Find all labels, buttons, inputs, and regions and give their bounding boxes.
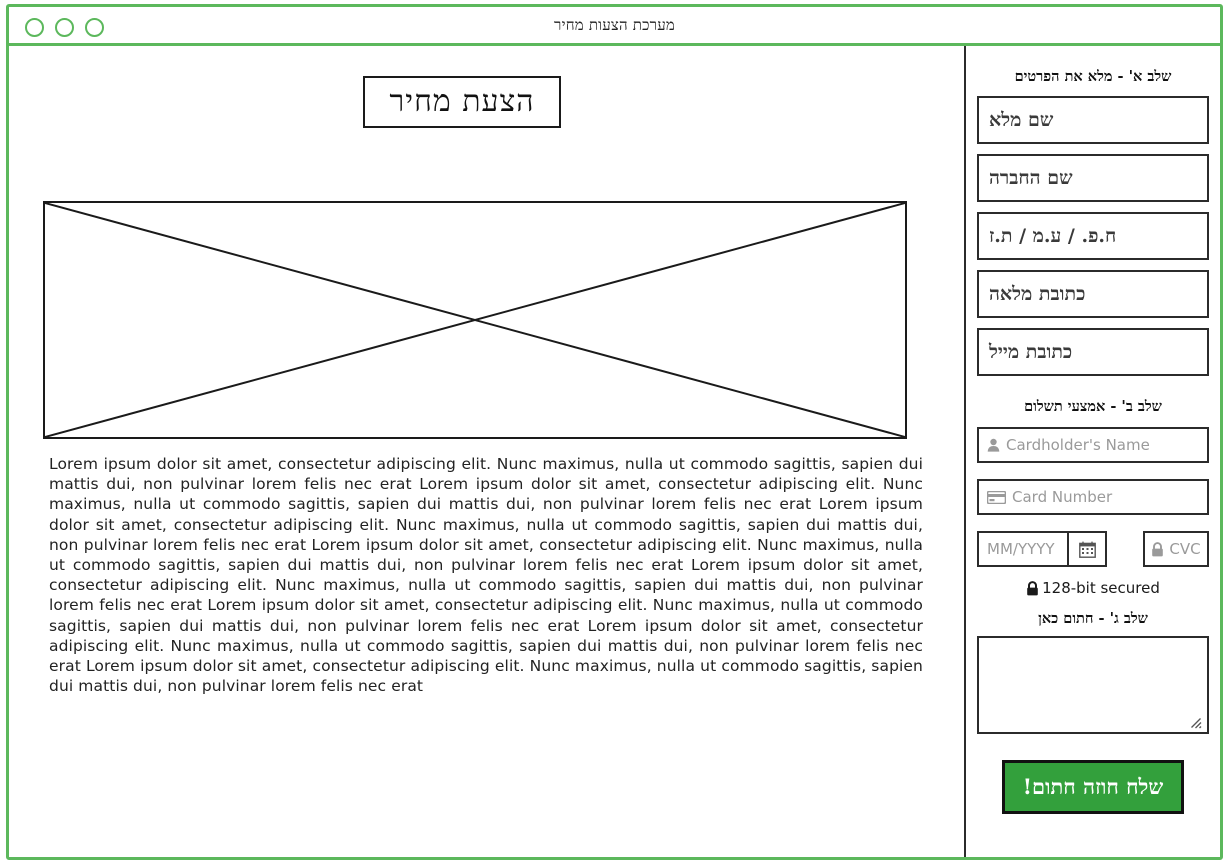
calendar-picker-button[interactable] (1067, 531, 1107, 567)
expiry-date-input[interactable]: MM/YYYY (977, 531, 1067, 567)
secured-text: 128-bit secured (1042, 579, 1160, 597)
form-sidebar: שלב א' - מלא את הפרטים שם מלא שם החברה ח… (964, 46, 1220, 857)
image-placeholder (43, 201, 907, 439)
user-icon (987, 438, 1000, 452)
secured-notice: 128-bit secured (977, 575, 1209, 598)
card-number-input[interactable]: Card Number (977, 479, 1209, 515)
main-content: הצעת מחיר Lorem ipsum dolor sit amet, co… (9, 46, 965, 857)
expiry-date-placeholder: MM/YYYY (987, 539, 1055, 558)
calendar-icon (1078, 541, 1096, 558)
document-body-text: Lorem ipsum dolor sit amet, consectetur … (49, 455, 923, 696)
step-a-label: שלב א' - מלא את הפרטים (1014, 68, 1172, 85)
credit-card-icon (987, 490, 1006, 504)
field-email-address-label: כתובת מייל (989, 340, 1073, 363)
expiry-group: MM/YYYY (977, 531, 1107, 567)
cvc-input[interactable]: CVC (1143, 531, 1209, 567)
lock-icon (1026, 581, 1039, 596)
field-company-id-label: ח.פ. / ע.מ / ת.ז (989, 224, 1117, 247)
submit-button-wrap: שלח חוזה חתום! (977, 734, 1209, 814)
resize-handle-icon[interactable] (1189, 715, 1203, 729)
field-company-name[interactable]: שם החברה (977, 154, 1209, 202)
send-signed-contract-button[interactable]: שלח חוזה חתום! (1002, 760, 1184, 814)
cvc-placeholder: CVC (1169, 539, 1201, 558)
field-company-id[interactable]: ח.פ. / ע.מ / ת.ז (977, 212, 1209, 260)
browser-window: מערכת הצעות מחיר הצעת מחיר Lorem ipsum d… (6, 4, 1223, 860)
lock-icon (1151, 541, 1164, 557)
page-title: הצעת מחיר (389, 84, 535, 119)
field-full-name[interactable]: שם מלא (977, 96, 1209, 144)
step-c-label: שלב ג' - חתום כאן (1038, 610, 1148, 627)
field-company-name-label: שם החברה (989, 166, 1073, 189)
card-number-placeholder: Card Number (1012, 487, 1113, 506)
expiry-cvc-row: MM/YYYY CVC (977, 531, 1209, 567)
step-b-label: שלב ב' - אמצעי תשלום (1024, 398, 1162, 415)
page-body: הצעת מחיר Lorem ipsum dolor sit amet, co… (9, 46, 1220, 857)
signature-textarea[interactable] (977, 636, 1209, 734)
field-full-address[interactable]: כתובת מלאה (977, 270, 1209, 318)
field-full-name-label: שם מלא (989, 108, 1054, 131)
cardholder-name-input[interactable]: Cardholder's Name (977, 427, 1209, 463)
window-title: מערכת הצעות מחיר (554, 16, 675, 34)
field-email-address[interactable]: כתובת מייל (977, 328, 1209, 376)
field-full-address-label: כתובת מלאה (989, 282, 1086, 305)
window-titlebar: מערכת הצעות מחיר (9, 7, 1220, 46)
cardholder-name-placeholder: Cardholder's Name (1006, 435, 1150, 454)
document-title-box: הצעת מחיר (363, 76, 561, 128)
